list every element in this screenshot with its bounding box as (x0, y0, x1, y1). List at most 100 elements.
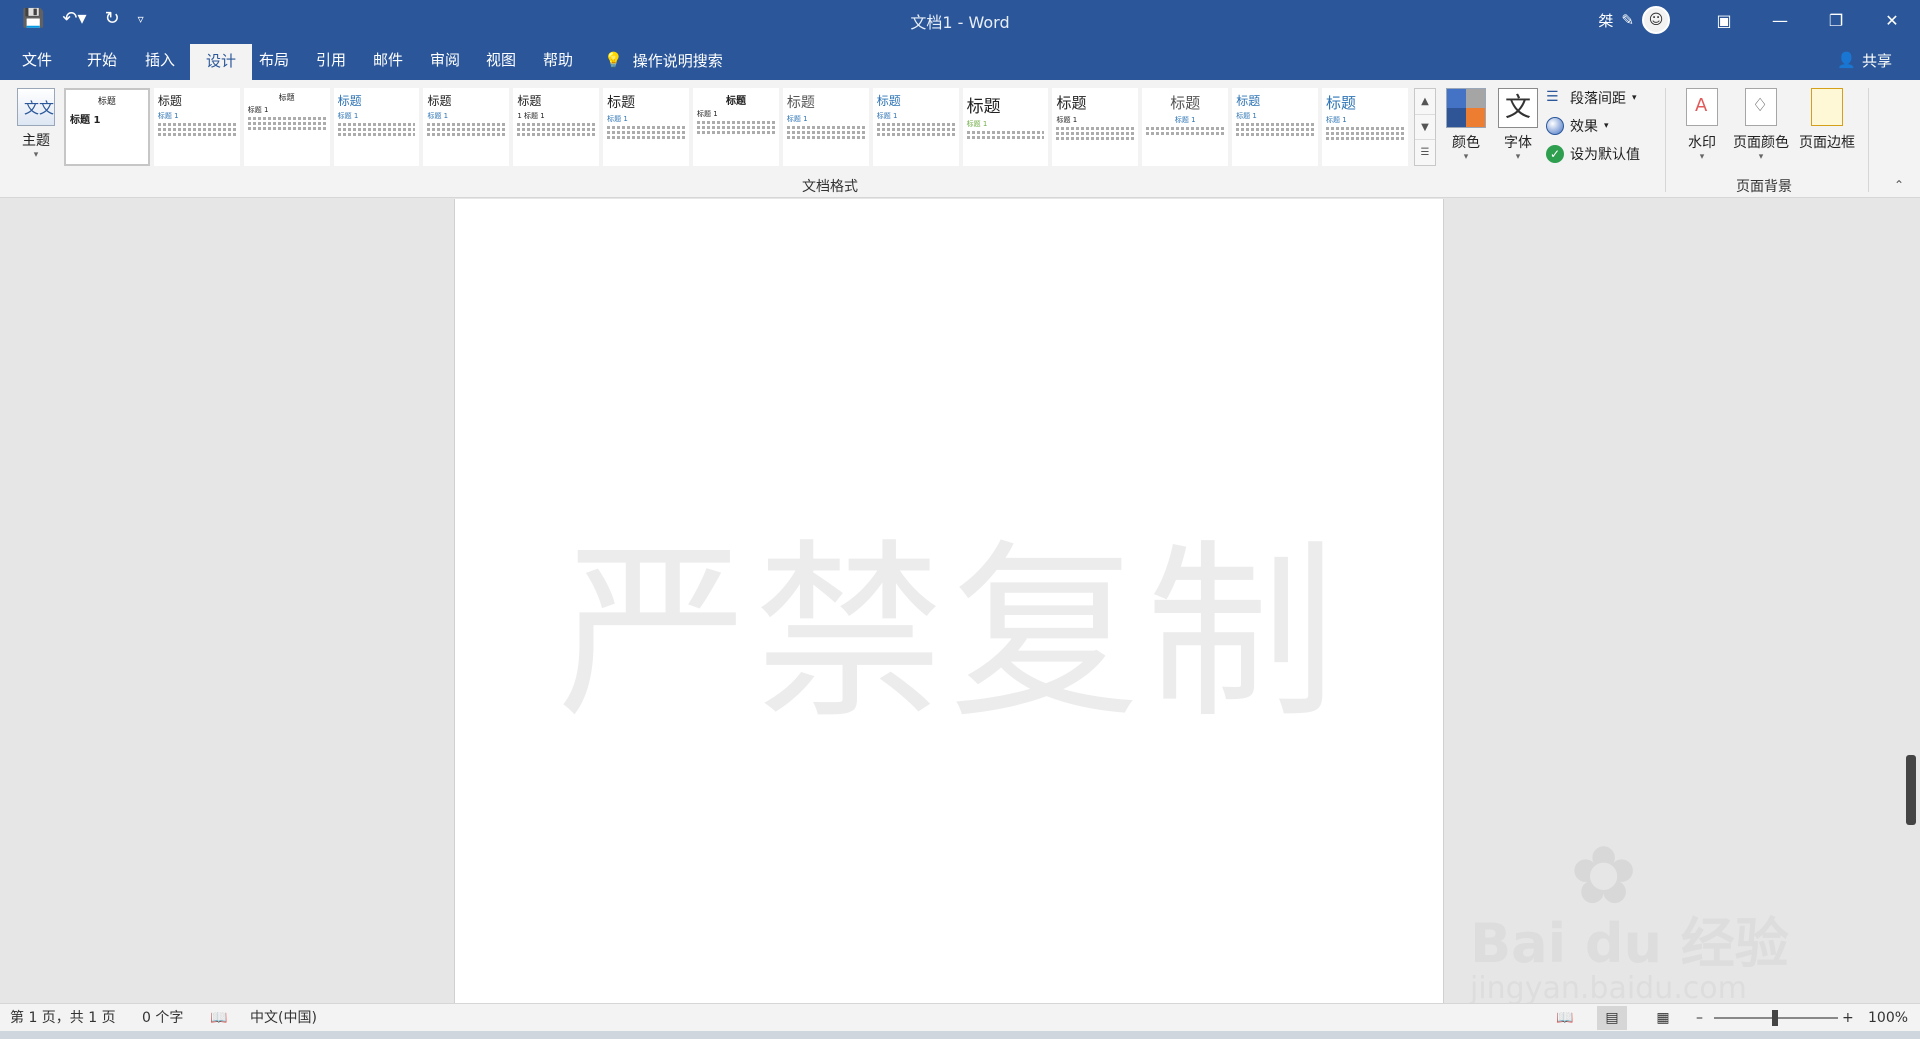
set-as-default-button[interactable]: ✓ 设为默认值 (1546, 144, 1640, 164)
zoom-slider-thumb[interactable] (1772, 1010, 1778, 1026)
tab-home[interactable]: 开始 (87, 40, 117, 80)
pen-icon: ✎ (1621, 11, 1634, 29)
style-set-item[interactable]: 标题 标题 1 (962, 88, 1049, 166)
effects-icon (1546, 117, 1564, 135)
colors-icon (1446, 88, 1486, 128)
themes-icon: 文文 (17, 88, 55, 126)
chevron-down-icon: ▾ (1463, 152, 1469, 162)
word-count[interactable]: 0 个字 (142, 1004, 183, 1032)
style-set-item[interactable]: 标题 标题 1 (64, 88, 150, 166)
chevron-down-icon: ▾ (1758, 152, 1764, 162)
avatar[interactable]: ☺ (1642, 6, 1670, 34)
style-set-item[interactable]: 标题 标题 1 (1322, 88, 1408, 166)
page-borders-icon (1811, 88, 1843, 126)
gallery-scroller: ▲ ▼ ☰ (1414, 88, 1436, 166)
status-bar: 第 1 页，共 1 页 0 个字 📖 中文(中国) 📖 ▤ ▦ – + 100% (0, 1003, 1920, 1031)
language[interactable]: 中文(中国) (250, 1004, 317, 1032)
zoom-out-button[interactable]: – (1696, 1004, 1703, 1032)
ribbon-design: 文文 主题 ▾ 标题 标题 1 标题 标题 1 标题 标题 1 标题 标题 1 标题标… (0, 80, 1920, 198)
tell-me-search[interactable]: 💡 操作说明搜索 (604, 40, 723, 80)
ribbon-display-icon[interactable]: ▣ (1696, 0, 1752, 40)
restore-icon[interactable]: ❐ (1808, 0, 1864, 40)
set-as-default-label: 设为默认值 (1570, 147, 1640, 163)
watermark-button[interactable]: A 水印 ▾ (1682, 88, 1722, 162)
proofing-icon[interactable]: 📖 (210, 1004, 227, 1032)
paragraph-spacing-icon: ☰ (1546, 89, 1559, 105)
taskbar-strip (0, 1031, 1920, 1039)
document-page[interactable]: 严禁复制 (454, 199, 1444, 1003)
style-set-item[interactable]: 标题 标题 1 (872, 88, 959, 166)
style-set-item[interactable]: 标题 标题 1 (1052, 88, 1139, 166)
group-label-document-format: 文档格式 (802, 179, 858, 195)
tab-design[interactable]: 设计 (190, 44, 253, 80)
minimize-icon[interactable]: — (1752, 0, 1808, 40)
zoom-in-button[interactable]: + (1842, 1004, 1854, 1032)
style-set-item[interactable]: 标题 标题 1 (782, 88, 869, 166)
chevron-down-icon: ▾ (1632, 93, 1637, 103)
share-button[interactable]: 👤 共享 (1837, 40, 1892, 80)
ribbon-tabs: 文件 开始 插入 设计 布局 引用 邮件 审阅 视图 帮助 💡 操作说明搜索 👤… (0, 40, 1920, 80)
page-color-label: 页面颜色 (1733, 135, 1789, 151)
check-circle-icon: ✓ (1546, 145, 1564, 163)
print-layout-icon[interactable]: ▤ (1597, 1006, 1627, 1030)
zoom-level[interactable]: 100% (1868, 1004, 1908, 1032)
page-color-icon: ♢ (1745, 88, 1777, 126)
tab-help[interactable]: 帮助 (543, 40, 573, 80)
chevron-down-icon[interactable]: ▼ (1415, 115, 1435, 141)
style-set-item[interactable]: 标题 标题 1 (333, 88, 420, 166)
person-icon: 👤 (1837, 51, 1856, 69)
paragraph-spacing-label: 段落间距 (1570, 91, 1626, 107)
ribbon-divider (1665, 88, 1666, 192)
ribbon-divider (1868, 88, 1869, 192)
paragraph-spacing-button[interactable]: ☰ 段落间距 ▾ (1546, 88, 1637, 108)
page-count[interactable]: 第 1 页，共 1 页 (10, 1004, 116, 1032)
chevron-down-icon: ▾ (1515, 152, 1521, 162)
style-set-item[interactable]: 标题 标题 1 (153, 88, 240, 166)
chevron-down-icon: ▾ (1604, 121, 1609, 131)
window-controls: ▣ — ❐ ✕ (1696, 0, 1920, 40)
user-account[interactable]: 桀 ✎ ☺ (1598, 6, 1670, 34)
fonts-button[interactable]: 文 字体 ▾ (1498, 88, 1538, 162)
page-color-button[interactable]: ♢ 页面颜色 ▾ (1728, 88, 1794, 162)
chevron-down-icon: ▾ (33, 150, 39, 160)
tab-insert[interactable]: 插入 (145, 40, 175, 80)
style-set-item[interactable]: 标题 标题 1 (1232, 88, 1319, 166)
style-set-item[interactable]: 标题 标题 1 (423, 88, 510, 166)
group-label-page-background: 页面背景 (1736, 179, 1792, 195)
chevron-up-icon[interactable]: ▲ (1415, 89, 1435, 115)
effects-label: 效果 (1570, 119, 1598, 135)
style-set-item[interactable]: 标题 标题 1 (243, 88, 330, 166)
collapse-ribbon-icon[interactable]: ⌃ (1894, 178, 1904, 192)
fonts-icon: 文 (1498, 88, 1538, 128)
baidu-jingyan-watermark: ✿ Bai du 经验 jingyan.baidu.com (1470, 829, 1820, 1009)
watermark-icon: A (1686, 88, 1718, 126)
web-layout-icon[interactable]: ▦ (1648, 1006, 1678, 1030)
style-set-item[interactable]: 标题 标题 1 (603, 88, 690, 166)
effects-button[interactable]: 效果 ▾ (1546, 116, 1609, 136)
page-borders-label: 页面边框 (1799, 135, 1855, 151)
document-area: 严禁复制 ✿ Bai du 经验 jingyan.baidu.com (0, 199, 1920, 1006)
gallery-more-icon[interactable]: ☰ (1415, 140, 1435, 165)
themes-label: 主题 (22, 133, 50, 149)
tab-file[interactable]: 文件 (22, 40, 52, 80)
tab-view[interactable]: 视图 (486, 40, 516, 80)
style-set-item[interactable]: 标题 标题 1 (693, 88, 779, 166)
tab-references[interactable]: 引用 (316, 40, 346, 80)
style-set-item[interactable]: 标题 1 标题 1 (513, 88, 600, 166)
chevron-down-icon: ▾ (1699, 152, 1705, 162)
themes-button[interactable]: 文文 主题 ▾ (12, 88, 60, 160)
fonts-label: 字体 (1504, 135, 1532, 151)
style-set-item[interactable]: 标题 标题 1 (1142, 88, 1229, 166)
colors-label: 颜色 (1452, 135, 1480, 151)
tab-layout[interactable]: 布局 (259, 40, 289, 80)
vertical-scrollbar-thumb[interactable] (1906, 755, 1916, 825)
search-label: 操作说明搜索 (632, 51, 723, 70)
tab-mailings[interactable]: 邮件 (373, 40, 403, 80)
close-icon[interactable]: ✕ (1864, 0, 1920, 40)
baidu-brand: Bai du 经验 (1470, 912, 1789, 975)
read-mode-icon[interactable]: 📖 (1550, 1006, 1580, 1030)
tab-review[interactable]: 审阅 (430, 40, 460, 80)
lightbulb-icon: 💡 (604, 51, 623, 69)
colors-button[interactable]: 颜色 ▾ (1446, 88, 1486, 162)
page-borders-button[interactable]: 页面边框 (1794, 88, 1860, 152)
